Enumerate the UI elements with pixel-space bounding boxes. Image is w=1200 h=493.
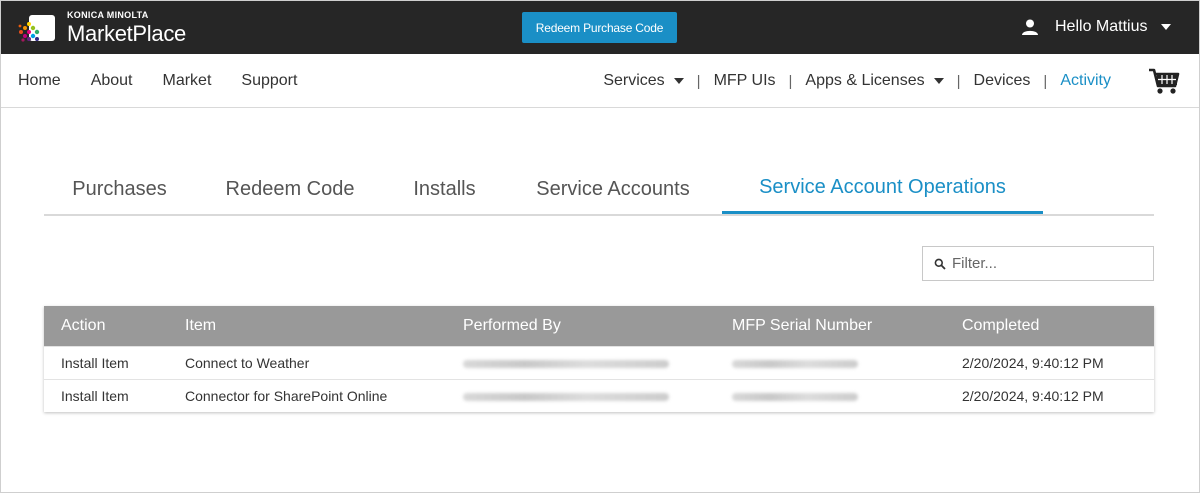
cell-item: Connect to Weather: [185, 354, 310, 371]
cell-serial-redacted: [732, 346, 962, 379]
nav-separator: |: [696, 72, 701, 90]
tab-installs[interactable]: Installs: [385, 164, 504, 214]
table-row[interactable]: Install Item Connect to Weather 2/20/202…: [44, 346, 1154, 379]
tab-purchases[interactable]: Purchases: [44, 164, 195, 214]
cell-performed-by-redacted: [463, 379, 732, 412]
nav-apps-licenses[interactable]: Apps & Licenses: [805, 72, 944, 90]
cell-completed: 2/20/2024, 9:40:12 PM: [962, 354, 1104, 371]
cell-performed-by-redacted: [463, 346, 732, 379]
nav-left: Home About Market Support: [18, 54, 327, 108]
nav-support[interactable]: Support: [241, 72, 297, 90]
brand-name: KONICA MINOLTA: [67, 10, 149, 20]
redacted-text: [463, 393, 669, 402]
cell-completed: 2/20/2024, 9:40:12 PM: [962, 387, 1104, 404]
chevron-down-icon: [1161, 24, 1172, 30]
tab-service-accounts[interactable]: Service Accounts: [504, 164, 722, 214]
redeem-purchase-code-button[interactable]: Redeem Purchase Code: [522, 12, 677, 43]
column-header-mfp-serial-number[interactable]: MFP Serial Number: [732, 306, 962, 346]
cell-action: Install Item: [61, 354, 129, 371]
user-icon: [1022, 19, 1038, 35]
user-menu[interactable]: Hello Mattius: [1021, 15, 1172, 39]
nav-separator: |: [1043, 72, 1048, 90]
activity-tabs: Purchases Redeem Code Installs Service A…: [44, 164, 1154, 216]
table-row[interactable]: Install Item Connector for SharePoint On…: [44, 379, 1154, 412]
table-header-row: Action Item Performed By MFP Serial Numb…: [44, 306, 1154, 346]
column-header-item[interactable]: Item: [185, 306, 463, 346]
cell-serial-redacted: [732, 379, 962, 412]
nav-about[interactable]: About: [91, 72, 133, 90]
chevron-down-icon: [933, 78, 944, 84]
filter-input[interactable]: [952, 255, 1142, 272]
cell-action: Install Item: [61, 387, 129, 404]
nav-services[interactable]: Services: [603, 72, 684, 90]
nav-right: Services | MFP UIs | Apps & Licenses | D…: [603, 54, 1111, 108]
redacted-text: [732, 393, 858, 402]
nav-apps-licenses-label: Apps & Licenses: [805, 72, 925, 89]
nav-separator: |: [788, 72, 793, 90]
product-name: MarketPlace: [67, 21, 186, 46]
nav-separator: |: [956, 72, 961, 90]
nav-market[interactable]: Market: [163, 72, 212, 90]
nav-home[interactable]: Home: [18, 72, 61, 90]
nav-mfp-uis[interactable]: MFP UIs: [714, 72, 776, 90]
tab-redeem-code[interactable]: Redeem Code: [195, 164, 385, 214]
cell-item: Connector for SharePoint Online: [185, 387, 388, 404]
logo[interactable]: KONICA MINOLTA MarketPlace: [17, 10, 186, 46]
redacted-text: [463, 359, 669, 368]
logo-text: KONICA MINOLTA MarketPlace: [67, 11, 186, 45]
redacted-text: [732, 359, 858, 368]
chevron-down-icon: [673, 78, 684, 84]
search-icon: [934, 258, 946, 270]
nav-devices[interactable]: Devices: [974, 72, 1031, 90]
column-header-completed[interactable]: Completed: [962, 306, 1154, 346]
nav-services-label: Services: [603, 72, 665, 89]
tab-service-account-operations[interactable]: Service Account Operations: [722, 164, 1043, 214]
operations-table: Action Item Performed By MFP Serial Numb…: [44, 306, 1154, 412]
main-nav: Home About Market Support Services | MFP…: [1, 54, 1199, 108]
column-header-action[interactable]: Action: [44, 306, 185, 346]
filter-box[interactable]: [922, 246, 1154, 281]
top-bar: KONICA MINOLTA MarketPlace Redeem Purcha…: [1, 1, 1199, 54]
marketplace-logo-icon: [18, 15, 55, 42]
shopping-cart-icon[interactable]: [1148, 67, 1180, 95]
user-greeting: Hello Mattius: [1055, 18, 1148, 35]
nav-activity[interactable]: Activity: [1060, 72, 1111, 90]
column-header-performed-by[interactable]: Performed By: [463, 306, 732, 346]
